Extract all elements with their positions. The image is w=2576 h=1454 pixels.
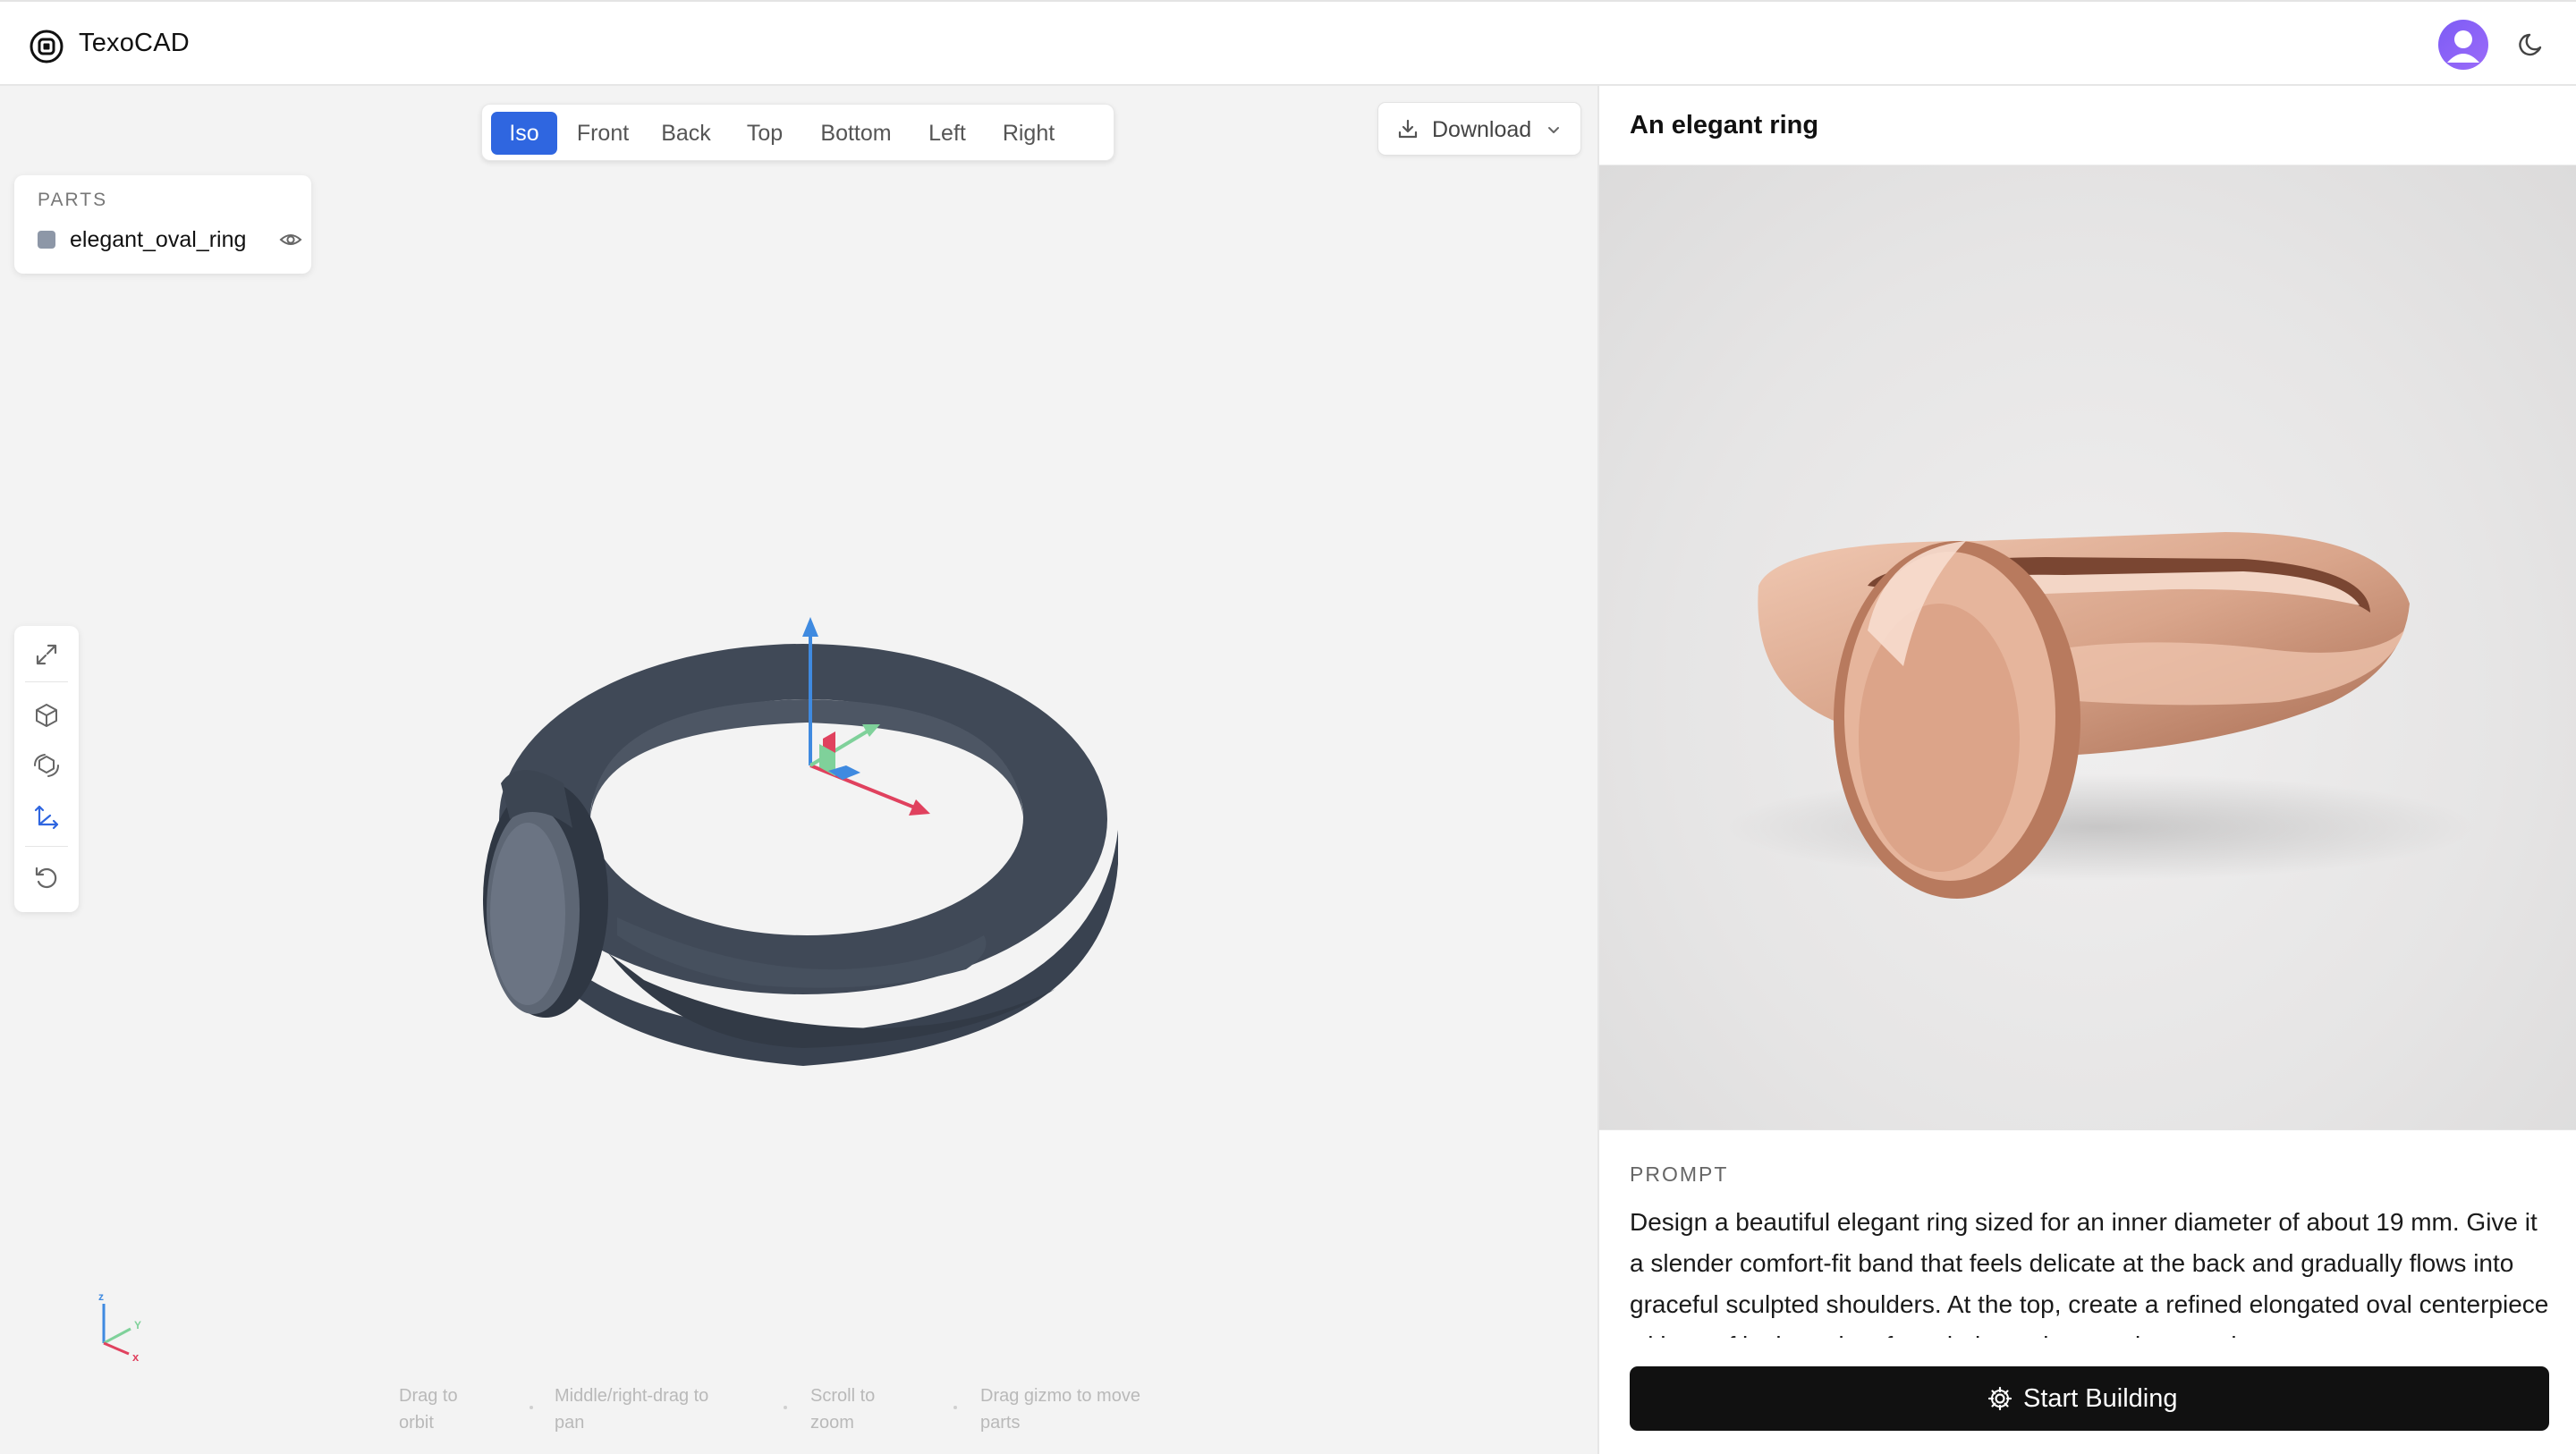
axis-y-label: Y xyxy=(134,1319,141,1331)
viewer-toolbar xyxy=(14,626,79,912)
app-header: TexoCAD xyxy=(0,0,2576,86)
tab-back[interactable]: Back xyxy=(648,112,724,155)
orientation-axes-icon: z Y x xyxy=(98,1290,141,1364)
viewer-hints: Drag to orbit Middle/right-drag to pan Scr… xyxy=(0,1382,1597,1445)
gear-icon xyxy=(1987,1386,2012,1411)
user-avatar-icon[interactable] xyxy=(2438,20,2488,70)
axis-z-label: z xyxy=(98,1290,104,1303)
toolbar-divider xyxy=(25,846,68,847)
axis-x-label: x xyxy=(132,1350,140,1364)
hint-separator xyxy=(530,1406,533,1409)
expand-icon[interactable] xyxy=(30,638,63,671)
hint-move-parts: Drag gizmo to move parts xyxy=(980,1386,1140,1433)
tab-iso[interactable]: Iso xyxy=(491,112,557,155)
rose-gold-ring-photo xyxy=(1724,532,2476,899)
start-building-button[interactable]: Start Building xyxy=(1630,1366,2549,1431)
chevron-down-icon xyxy=(1548,127,1559,133)
tab-front[interactable]: Front xyxy=(564,112,641,155)
tab-left[interactable]: Left xyxy=(913,112,981,155)
detail-panel: An elegant ring PROMPT Design a beautifu… xyxy=(1597,86,2576,1454)
view-tabs: Iso Front Back Top Bottom Left Right xyxy=(481,104,1114,161)
hint-separator xyxy=(784,1406,787,1409)
panel-title: An elegant ring xyxy=(1630,111,1819,139)
texocad-logo-icon xyxy=(30,30,64,63)
cube-icon[interactable] xyxy=(30,699,63,731)
eye-icon[interactable] xyxy=(279,229,302,250)
axes-icon[interactable] xyxy=(30,801,63,833)
parts-panel: PARTS elegant_oval_ring xyxy=(14,175,311,274)
orbit-icon[interactable] xyxy=(30,749,63,782)
hint-zoom: Scroll to zoom xyxy=(810,1386,876,1433)
app-title: TexoCAD xyxy=(79,29,190,57)
prompt-text: Design a beautiful elegant ring sized fo… xyxy=(1630,1208,2549,1341)
part-color-swatch xyxy=(38,231,55,249)
part-name[interactable]: elegant_oval_ring xyxy=(70,227,246,253)
reset-icon[interactable] xyxy=(30,862,63,894)
reference-photo xyxy=(1599,165,2576,1130)
prompt-fade xyxy=(1599,1338,2576,1347)
download-button[interactable]: Download xyxy=(1377,102,1581,156)
download-label: Download xyxy=(1432,117,1532,142)
hint-separator xyxy=(953,1406,957,1409)
hint-orbit: Drag to orbit xyxy=(399,1386,458,1433)
hint-pan: Middle/right-drag to pan xyxy=(555,1386,709,1433)
tab-bottom[interactable]: Bottom xyxy=(806,112,906,155)
cad-viewer[interactable]: Iso Front Back Top Bottom Left Right Dow… xyxy=(0,86,1597,1454)
toolbar-divider xyxy=(25,681,68,682)
download-icon xyxy=(1398,119,1418,139)
start-building-label: Start Building xyxy=(2023,1384,2178,1413)
moon-icon[interactable] xyxy=(2517,30,2546,59)
tab-right[interactable]: Right xyxy=(988,112,1069,155)
transform-gizmo[interactable] xyxy=(787,613,966,917)
prompt-label: PROMPT xyxy=(1630,1162,1729,1186)
parts-title: PARTS xyxy=(38,190,108,210)
tab-top[interactable]: Top xyxy=(731,112,799,155)
